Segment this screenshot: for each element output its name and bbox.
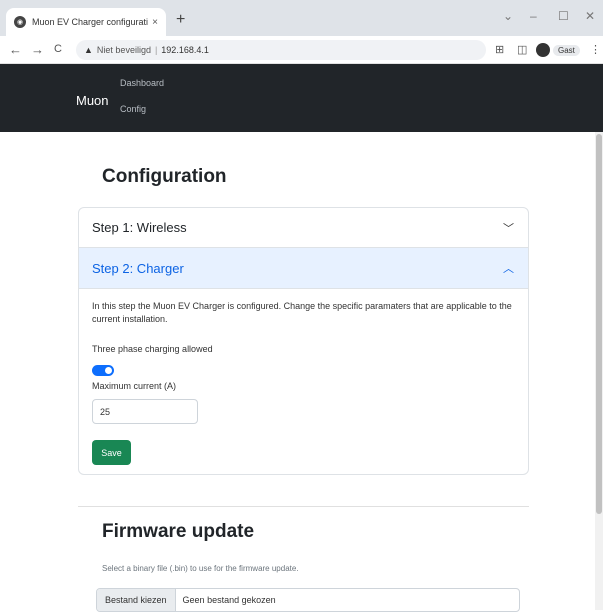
translate-icon[interactable]: ⊞ — [495, 43, 504, 56]
firmware-file-input[interactable]: Bestand kiezen Geen bestand gekozen — [96, 588, 520, 612]
firmware-help-text: Select a binary file (.bin) to use for t… — [102, 564, 299, 573]
profile-label: Gast — [553, 44, 580, 56]
url-text[interactable]: 192.168.4.1 — [161, 45, 209, 55]
browser-toolbar: ← → C ▲ Niet beveiligd | 192.168.4.1 ⊞ ◫… — [0, 36, 603, 64]
nav-link-dashboard[interactable]: Dashboard — [120, 78, 164, 88]
tab-strip: ◉ Muon EV Charger configuration × + ⌄ – … — [0, 0, 603, 36]
page-scrollbar[interactable] — [595, 132, 603, 610]
profile-button[interactable]: Gast — [536, 42, 580, 58]
tab-search-icon[interactable]: ⌄ — [503, 9, 513, 23]
step2-label: Step 2: Charger — [92, 260, 184, 276]
file-status: Geen bestand gekozen — [182, 595, 276, 605]
back-icon[interactable]: ← — [9, 42, 22, 57]
profile-icon — [536, 43, 550, 57]
menu-icon[interactable]: ⋮ — [590, 43, 601, 56]
toggle-knob — [105, 367, 112, 374]
tab-close-icon[interactable]: × — [152, 17, 158, 28]
close-window-icon[interactable]: ✕ — [585, 9, 595, 23]
chevron-down-icon: ﹀ — [503, 222, 514, 235]
browser-window: ◉ Muon EV Charger configuration × + ⌄ – … — [0, 0, 603, 612]
save-button[interactable]: Save — [92, 440, 131, 465]
security-label[interactable]: Niet beveiligd — [97, 45, 151, 55]
nav-link-config[interactable]: Config — [120, 104, 146, 114]
accordion-step2-header[interactable]: Step 2: Charger ︿ — [79, 248, 528, 289]
step2-description: In this step the Muon EV Charger is conf… — [92, 301, 512, 324]
firmware-heading: Firmware update — [102, 521, 255, 542]
omnibox-separator: | — [154, 45, 158, 55]
forward-icon[interactable]: → — [31, 42, 44, 57]
scrollbar-thumb[interactable] — [596, 134, 602, 514]
sidebar-icon[interactable]: ◫ — [517, 43, 527, 56]
maximize-icon[interactable]: ☐ — [558, 9, 569, 23]
section-divider — [78, 506, 529, 507]
minimize-icon[interactable]: – — [530, 9, 537, 23]
configuration-accordion: Step 1: Wireless ﹀ Step 2: Charger ︿ In … — [78, 207, 529, 475]
reload-icon[interactable]: C — [54, 43, 62, 55]
browser-tab[interactable]: ◉ Muon EV Charger configuration × — [6, 8, 166, 36]
three-phase-label: Three phase charging allowed — [92, 344, 213, 354]
warning-icon[interactable]: ▲ — [84, 45, 93, 55]
accordion-step1-header[interactable]: Step 1: Wireless ﹀ — [79, 208, 528, 248]
site-navbar: Muon Dashboard Config — [0, 64, 603, 132]
chevron-up-icon: ︿ — [503, 263, 514, 275]
max-current-input[interactable]: 25 — [92, 399, 198, 424]
tab-title: Muon EV Charger configuration — [32, 17, 149, 27]
address-bar[interactable]: ▲ Niet beveiligd | 192.168.4.1 — [76, 40, 486, 60]
three-phase-toggle[interactable] — [92, 365, 114, 376]
globe-icon: ◉ — [14, 16, 26, 28]
max-current-label: Maximum current (A) — [92, 381, 177, 391]
step1-label: Step 1: Wireless — [92, 220, 187, 235]
configuration-heading: Configuration — [102, 166, 227, 187]
choose-file-button[interactable]: Bestand kiezen — [97, 589, 176, 611]
navbar-brand[interactable]: Muon — [76, 93, 109, 108]
new-tab-icon[interactable]: + — [176, 11, 185, 29]
